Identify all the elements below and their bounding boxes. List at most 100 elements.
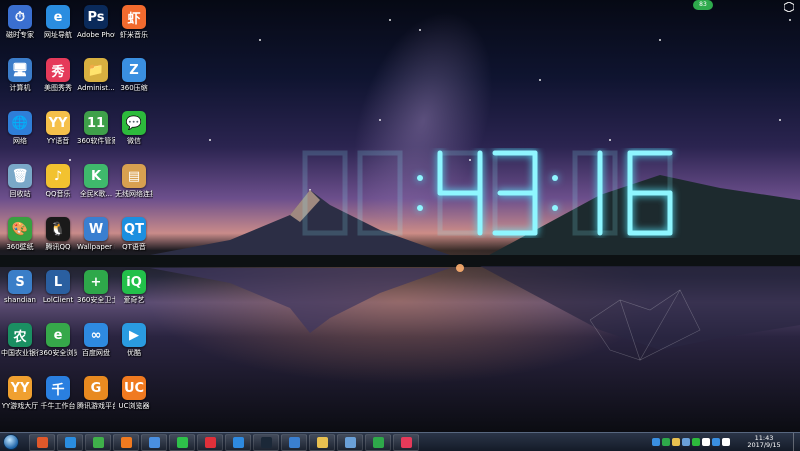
taskbar-360-safe-button[interactable] (365, 433, 391, 451)
start-button[interactable] (0, 433, 22, 451)
taskbar-360-browser-button[interactable] (85, 433, 111, 451)
icon-22[interactable]: +360安全卫士 (77, 266, 115, 320)
icon-13-label: QQ音乐 (45, 190, 71, 198)
icon-19-image: QT (122, 217, 146, 241)
icon-31[interactable]: UC UC浏览器 (115, 372, 153, 426)
tray-icons (651, 438, 731, 446)
icon-21-image: L (46, 270, 70, 294)
icon-27-image: ▶ (122, 323, 146, 347)
icon-7-image: Z (122, 58, 146, 82)
icon-16-image: 🎨 (8, 217, 32, 241)
taskbar-date: 2017/9/15 (747, 441, 781, 449)
notification-badge: 83 (693, 0, 713, 10)
icon-23[interactable]: iQ 爱奇艺 (115, 266, 153, 320)
icon-4-label: 计算机 (9, 84, 31, 92)
taskbar-explorer-button[interactable] (309, 433, 335, 451)
taskbar-notepad-icon (344, 436, 356, 448)
tray-icon-4[interactable] (692, 438, 700, 446)
icon-26-label: 百度网盘 (82, 349, 110, 357)
icon-4[interactable]: 🖥 计算机 (1, 54, 39, 108)
icon-3-label: 虾米音乐 (120, 31, 148, 39)
icon-26[interactable]: ∞ 百度网盘 (77, 319, 115, 373)
icon-3[interactable]: 虾虾米音乐 (115, 1, 153, 55)
cube-icon[interactable] (784, 2, 794, 12)
icon-9[interactable]: YY YY语音 (39, 107, 77, 161)
taskbar-baidu-netdisk-button[interactable] (225, 433, 251, 451)
icon-16[interactable]: 🎨 360壁纸 (1, 213, 39, 267)
icon-10[interactable]: 11 360软件管家 (77, 107, 115, 161)
icon-30[interactable]: G 腾讯游戏平台 (77, 372, 115, 426)
icon-6[interactable]: 📁 Administ... (77, 54, 115, 108)
tray-icon-0[interactable] (652, 438, 660, 446)
taskbar-media-button[interactable] (197, 433, 223, 451)
icon-24[interactable]: 农中国农业银行网银助手 (1, 319, 39, 373)
taskbar-360-browser-icon (92, 436, 104, 448)
tray-icon-2[interactable] (672, 438, 680, 446)
icon-14[interactable]: K 全民K歌... (77, 160, 115, 214)
taskbar-iqiyi-button[interactable] (169, 433, 195, 451)
icon-21[interactable]: L LolClient (39, 266, 77, 320)
icon-5-label: 美图秀秀 (44, 84, 72, 92)
desktop[interactable]: 83 ⏱磁时专家 e 网址导航 Ps Adobe Photosh...虾虾米音乐 🖥 计算机… (0, 0, 800, 432)
icon-2-image: Ps (84, 5, 108, 29)
icon-29-label: 千牛工作台 (40, 402, 76, 410)
taskbar-color-app-button[interactable] (29, 433, 55, 451)
icon-29[interactable]: 千千牛工作台 (39, 372, 77, 426)
icon-9-image: YY (46, 111, 70, 135)
icon-19[interactable]: QT QT语音 (115, 213, 153, 267)
taskbar-wallpaper-engine-2-button[interactable] (281, 433, 307, 451)
taskbar-pinned-apps (28, 433, 420, 451)
icon-25[interactable]: e 360安全浏览器 (39, 319, 77, 373)
taskbar-baidu-netdisk-icon (232, 436, 244, 448)
icon-20-image: S (8, 270, 32, 294)
icon-13[interactable]: ♪ QQ音乐 (39, 160, 77, 214)
taskbar-clock[interactable]: 11:43 2017/9/15 (735, 434, 793, 450)
tray-icon-6[interactable] (712, 438, 720, 446)
icon-0[interactable]: ⏱ 磁时专家 (1, 1, 39, 55)
icon-23-image: iQ (122, 270, 146, 294)
icon-28[interactable]: YY YY游戏大厅 (1, 372, 39, 426)
icon-20-label: shandian (4, 296, 36, 304)
icon-2[interactable]: Ps Adobe Photosh... (77, 1, 115, 55)
taskbar-steam-button[interactable] (253, 433, 279, 451)
icon-7[interactable]: Z 360压缩 (115, 54, 153, 108)
icon-5[interactable]: 秀美图秀秀 (39, 54, 77, 108)
icon-17[interactable]: 🐧 腾讯QQ (39, 213, 77, 267)
icon-1-label: 网址导航 (44, 31, 72, 39)
icon-7-label: 360压缩 (120, 84, 148, 92)
taskbar-ie-button[interactable] (57, 433, 83, 451)
show-desktop-button[interactable] (793, 433, 800, 451)
taskbar-wallpaper-engine-button[interactable] (141, 433, 167, 451)
system-tray: 11:43 2017/9/15 (651, 433, 800, 451)
taskbar-notepad-button[interactable] (337, 433, 363, 451)
icon-27[interactable]: ▶ 优酷 (115, 319, 153, 373)
tray-icon-3[interactable] (682, 438, 690, 446)
icon-11[interactable]: 💬 微信 (115, 107, 153, 161)
icon-4-image: 🖥 (8, 58, 32, 82)
icon-18[interactable]: W Wallpaper Engine (77, 213, 115, 267)
tray-icon-1[interactable] (662, 438, 670, 446)
taskbar-uc-button[interactable] (113, 433, 139, 451)
icon-1-image: e (46, 5, 70, 29)
icon-22-image: + (84, 270, 108, 294)
icon-1[interactable]: e 网址导航 (39, 1, 77, 55)
taskbar-explorer-icon (316, 436, 328, 448)
icon-31-image: UC (122, 376, 146, 400)
icon-17-image: 🐧 (46, 217, 70, 241)
icon-8[interactable]: 🌐 网络 (1, 107, 39, 161)
icon-12[interactable]: 🗑 回收站 (1, 160, 39, 214)
icon-0-image: ⏱ (8, 5, 32, 29)
icon-15-label: 无线网络连接... (115, 190, 153, 198)
icon-18-image: W (84, 217, 108, 241)
icon-20[interactable]: Sshandian (1, 266, 39, 320)
tray-icon-5[interactable] (702, 438, 710, 446)
icon-21-label: LolClient (42, 296, 74, 304)
icon-25-image: e (46, 323, 70, 347)
icon-15[interactable]: ▤ 无线网络连接... (115, 160, 153, 214)
icon-15-image: ▤ (122, 164, 146, 188)
tray-icon-7[interactable] (722, 438, 730, 446)
icon-31-label: UC浏览器 (118, 402, 150, 410)
taskbar-meitu-button[interactable] (393, 433, 419, 451)
taskbar-wallpaper-engine-2-icon (288, 436, 300, 448)
icon-2-label: Adobe Photosh... (77, 31, 115, 39)
